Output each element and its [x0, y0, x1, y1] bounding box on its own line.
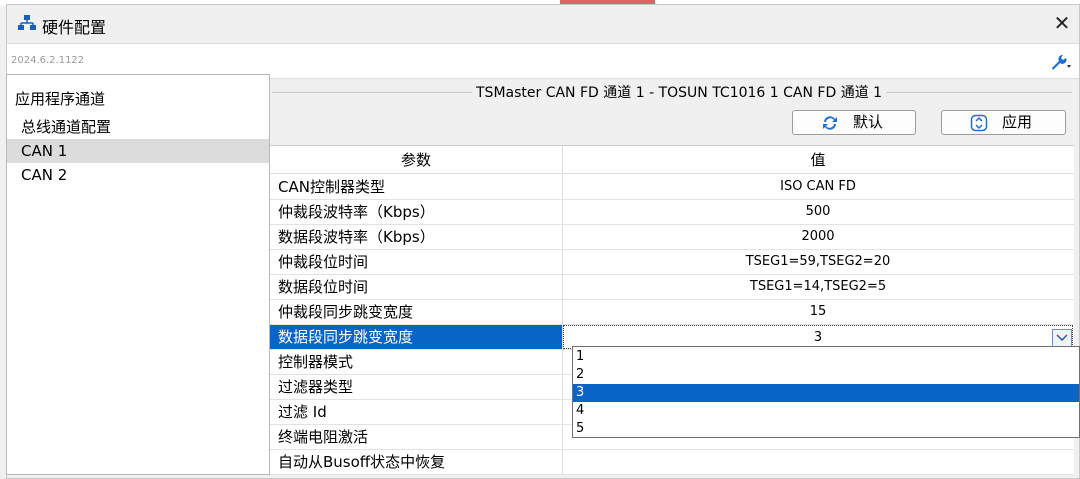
- wrench-icon[interactable]: [1049, 53, 1071, 71]
- param-value[interactable]: 500: [563, 200, 1073, 224]
- param-name: 仲裁段同步跳变宽度: [270, 300, 563, 324]
- table-row[interactable]: 自动从Busoff状态中恢复: [270, 450, 1074, 475]
- param-name: 过滤 Id: [270, 400, 563, 424]
- param-value[interactable]: TSEG1=14,TSEG2=5: [563, 275, 1073, 299]
- dropdown-option[interactable]: 5: [573, 420, 1079, 438]
- table-row[interactable]: 数据段波特率（Kbps） 2000: [270, 225, 1074, 250]
- param-name: 数据段位时间: [270, 275, 563, 299]
- param-name: 仲裁段位时间: [270, 250, 563, 274]
- dropdown-list: 1 2 3 4 5: [572, 346, 1080, 438]
- channel-group-title: TSMaster CAN FD 通道 1 - TOSUN TC1016 1 CA…: [472, 82, 887, 102]
- version-label: 2024.6.2.1122: [11, 55, 85, 66]
- param-name: 自动从Busoff状态中恢复: [270, 450, 563, 474]
- default-button[interactable]: 默认: [792, 110, 916, 135]
- apply-button-label: 应用: [1002, 113, 1033, 131]
- dropdown-option-selected[interactable]: 3: [573, 384, 1079, 402]
- tree-item-can2[interactable]: CAN 2: [7, 163, 269, 187]
- default-button-label: 默认: [853, 113, 884, 131]
- channel-tree: 应用程序通道 总线通道配置 CAN 1 CAN 2: [6, 74, 270, 475]
- grid-header: 参数 值: [270, 146, 1074, 174]
- apply-icon: [970, 114, 988, 132]
- header-value: 值: [810, 151, 826, 169]
- window-title: 硬件配置: [42, 18, 107, 37]
- combobox-value: 3: [813, 330, 823, 345]
- param-value[interactable]: [563, 450, 1073, 474]
- table-row[interactable]: 仲裁段波特率（Kbps） 500: [270, 200, 1074, 225]
- close-button[interactable]: ✕: [1045, 9, 1079, 37]
- table-row[interactable]: 仲裁段位时间 TSEG1=59,TSEG2=20: [270, 250, 1074, 275]
- apply-button[interactable]: 应用: [941, 110, 1066, 135]
- title-bar[interactable]: 硬件配置 ✕: [7, 5, 1079, 43]
- param-value[interactable]: TSEG1=59,TSEG2=20: [563, 250, 1073, 274]
- dropdown-option[interactable]: 4: [573, 402, 1079, 420]
- dropdown-option[interactable]: 1: [573, 348, 1079, 366]
- param-value[interactable]: 2000: [563, 225, 1073, 249]
- param-name: 过滤器类型: [270, 375, 563, 399]
- tree-item-can1[interactable]: CAN 1: [7, 139, 269, 163]
- table-row[interactable]: 数据段位时间 TSEG1=14,TSEG2=5: [270, 275, 1074, 300]
- param-name: 仲裁段波特率（Kbps）: [270, 200, 563, 224]
- param-value[interactable]: 15: [563, 300, 1073, 324]
- dropdown-toggle-button[interactable]: [1052, 329, 1072, 347]
- table-row[interactable]: 仲裁段同步跳变宽度 15: [270, 300, 1074, 325]
- hardware-network-icon: [18, 15, 36, 30]
- param-value[interactable]: ISO CAN FD: [563, 175, 1073, 199]
- param-name: 数据段同步跳变宽度: [270, 325, 563, 349]
- chevron-down-icon: [1056, 334, 1068, 341]
- tree-item-bus-channel-config[interactable]: 总线通道配置: [7, 115, 269, 139]
- tree-item-app-channels[interactable]: 应用程序通道: [15, 87, 277, 111]
- table-row[interactable]: CAN控制器类型 ISO CAN FD: [270, 175, 1074, 200]
- dropdown-option[interactable]: 2: [573, 366, 1079, 384]
- param-name: CAN控制器类型: [270, 175, 563, 199]
- param-name: 终端电阻激活: [270, 425, 563, 449]
- param-name: 数据段波特率（Kbps）: [270, 225, 563, 249]
- refresh-icon: [823, 116, 837, 130]
- param-name: 控制器模式: [270, 350, 563, 374]
- header-param: 参数: [270, 146, 563, 174]
